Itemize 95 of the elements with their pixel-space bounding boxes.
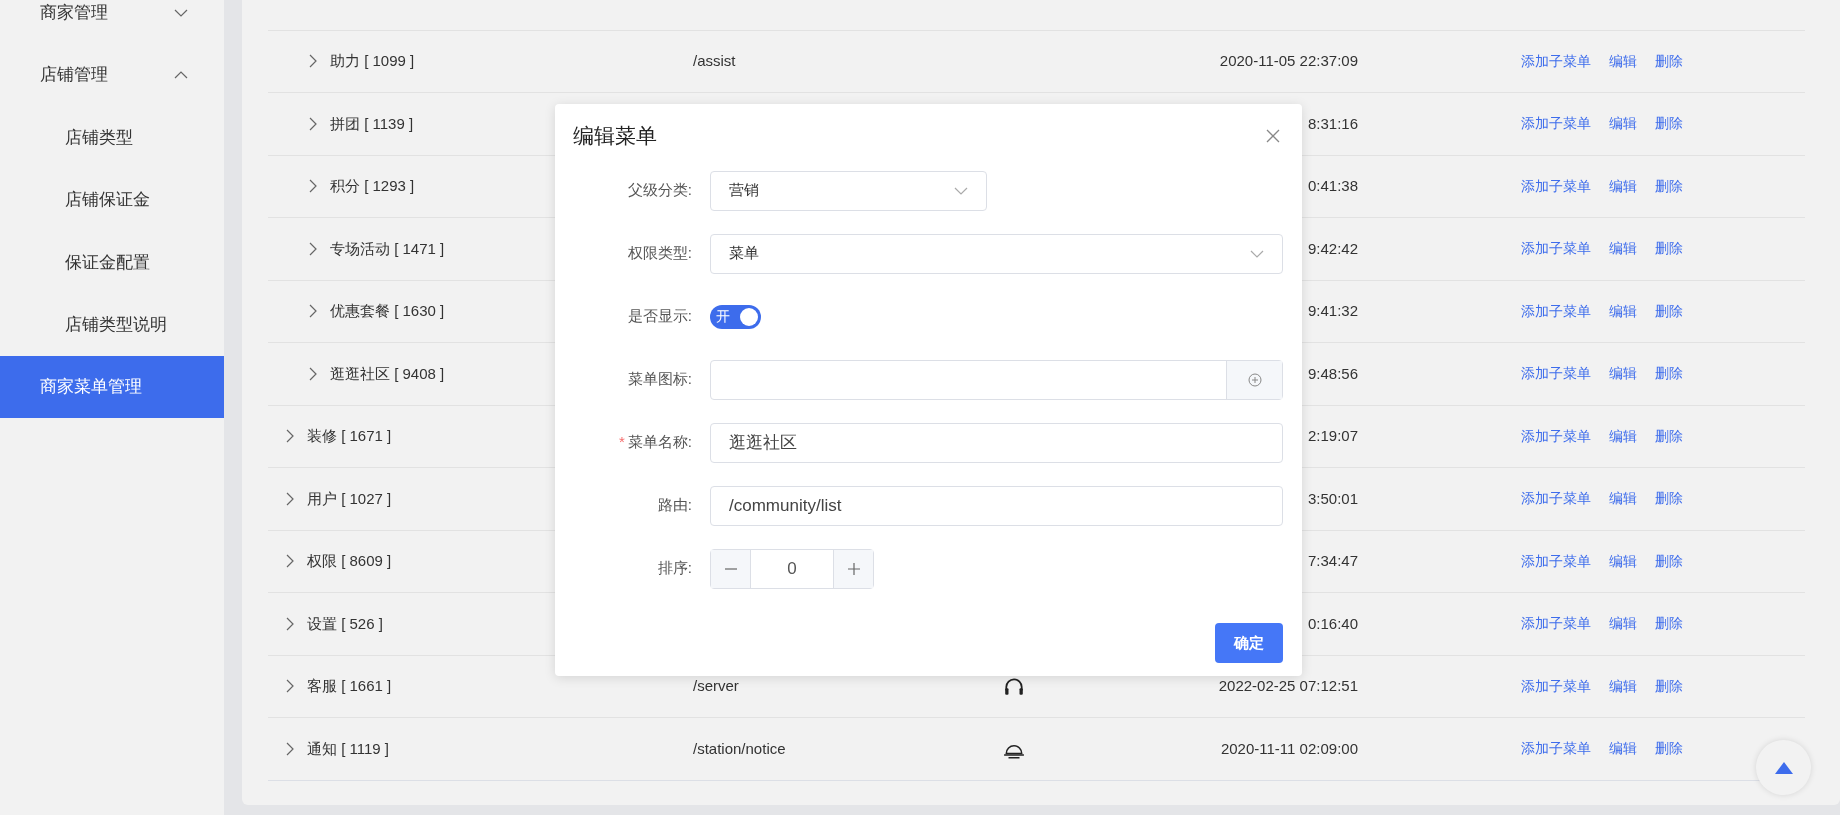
time-text: 3:50:01 xyxy=(1307,488,1358,509)
action-link[interactable]: 删除 xyxy=(1655,113,1683,135)
required-mark: * xyxy=(619,432,625,453)
sidebar-subitem[interactable]: 店铺保证金 xyxy=(0,168,224,231)
permission-type-select[interactable]: 菜单 xyxy=(710,233,1283,274)
field-label: 是否显示: xyxy=(627,306,692,327)
action-link[interactable]: 编辑 xyxy=(1609,550,1637,572)
time-text: 2020-11-05 22:37:09 xyxy=(1219,51,1358,71)
menu-name: 逛逛社区 [ 9408 ] xyxy=(330,363,445,384)
action-link[interactable]: 编辑 xyxy=(1609,738,1637,760)
action-link[interactable]: 添加子菜单 xyxy=(1521,550,1591,572)
time-text: 2020-11-11 02:09:00 xyxy=(1220,738,1358,759)
icon-picker-field[interactable] xyxy=(710,359,1283,400)
menu-name: 优惠套餐 [ 1630 ] xyxy=(330,301,445,321)
action-link[interactable]: 编辑 xyxy=(1609,363,1637,385)
time-text: 9:42:42 xyxy=(1307,238,1358,259)
action-link[interactable]: 添加子菜单 xyxy=(1521,175,1591,197)
action-link[interactable]: 添加子菜单 xyxy=(1521,50,1591,72)
menu-name: 专场活动 [ 1471 ] xyxy=(330,238,445,259)
sort-number-field[interactable]: 0 xyxy=(710,548,874,589)
action-link[interactable]: 删除 xyxy=(1655,550,1683,572)
confirm-button[interactable]: 确定 xyxy=(1215,623,1283,663)
dialog-title: 编辑菜单 xyxy=(573,123,657,149)
time-text: 9:48:56 xyxy=(1307,363,1358,384)
route-field[interactable]: /community/list xyxy=(710,485,1283,526)
route-text: /assist xyxy=(693,52,736,69)
time-text: 8:31:16 xyxy=(1307,113,1358,134)
field-label: 权限类型: xyxy=(627,243,692,264)
field-label: 菜单名称: xyxy=(627,432,692,453)
display-toggle-switch[interactable]: 开 xyxy=(710,304,761,329)
route-text: /station/notice xyxy=(693,739,786,757)
route-text: /server xyxy=(693,677,739,694)
action-link[interactable]: 添加子菜单 xyxy=(1521,613,1591,635)
field-label: 父级分类: xyxy=(627,180,692,201)
sidebar-item[interactable]: 商家管理 xyxy=(0,0,224,44)
plus-icon xyxy=(846,561,861,576)
action-link[interactable]: 删除 xyxy=(1655,613,1683,635)
action-link[interactable]: 编辑 xyxy=(1609,425,1637,447)
action-link[interactable]: 编辑 xyxy=(1609,238,1637,260)
sidebar-item[interactable]: 商家菜单管理 xyxy=(0,356,224,418)
dropdown-caret-icon xyxy=(954,186,968,195)
action-link[interactable]: 编辑 xyxy=(1609,613,1637,635)
field-label: 路由: xyxy=(657,495,692,516)
action-link[interactable]: 编辑 xyxy=(1609,300,1637,322)
menu-name: 权限 [ 8609 ] xyxy=(307,551,392,571)
parent-category-select[interactable]: 营销 xyxy=(710,170,987,211)
time-text: 2022-02-25 07:12:51 xyxy=(1218,676,1358,696)
menu-name: 拼团 [ 1139 ] xyxy=(330,113,414,134)
action-link[interactable]: 编辑 xyxy=(1609,113,1637,135)
action-link[interactable]: 添加子菜单 xyxy=(1521,425,1591,447)
action-link[interactable]: 添加子菜单 xyxy=(1521,675,1591,697)
field-label: 菜单图标: xyxy=(627,369,692,390)
action-link[interactable]: 删除 xyxy=(1655,425,1683,447)
action-link[interactable]: 添加子菜单 xyxy=(1521,738,1591,760)
menu-name-field[interactable]: 逛逛社区 xyxy=(710,422,1283,463)
time-text: 7:34:47 xyxy=(1307,551,1358,571)
field-label: 排序: xyxy=(657,558,692,579)
menu-name: 助力 [ 1099 ] xyxy=(330,51,415,71)
action-link[interactable]: 添加子菜单 xyxy=(1521,488,1591,510)
sidebar-subitem[interactable]: 保证金配置 xyxy=(0,231,224,294)
menu-name: 积分 [ 1293 ] xyxy=(330,176,415,196)
action-link[interactable]: 删除 xyxy=(1655,300,1683,322)
time-text: 0:16:40 xyxy=(1307,613,1358,634)
action-link[interactable]: 删除 xyxy=(1655,50,1683,72)
add-circle-icon xyxy=(1247,372,1262,387)
action-link[interactable]: 删除 xyxy=(1655,363,1683,385)
action-link[interactable]: 编辑 xyxy=(1609,675,1637,697)
time-text: 2:19:07 xyxy=(1307,426,1358,446)
triangle-up-icon xyxy=(1774,761,1793,774)
action-link[interactable]: 添加子菜单 xyxy=(1521,113,1591,135)
action-link[interactable]: 编辑 xyxy=(1609,50,1637,72)
sidebar-item[interactable]: 店铺管理 xyxy=(0,44,224,106)
close-button[interactable] xyxy=(1266,127,1282,144)
sidebar-subitem[interactable]: 店铺类型 xyxy=(0,106,224,169)
menu-name: 装修 [ 1671 ] xyxy=(307,426,392,446)
menu-name: 用户 [ 1027 ] xyxy=(307,488,392,509)
menu-name: 设置 [ 526 ] xyxy=(307,613,383,634)
action-link[interactable]: 删除 xyxy=(1655,675,1683,697)
action-link[interactable]: 添加子菜单 xyxy=(1521,300,1591,322)
action-link[interactable]: 删除 xyxy=(1655,238,1683,260)
action-link[interactable]: 编辑 xyxy=(1609,488,1637,510)
action-link[interactable]: 删除 xyxy=(1655,175,1683,197)
time-text: 0:41:38 xyxy=(1307,176,1358,196)
action-link[interactable]: 删除 xyxy=(1655,738,1683,760)
minus-icon xyxy=(723,567,738,570)
action-link[interactable]: 删除 xyxy=(1655,488,1683,510)
dropdown-caret-icon xyxy=(1250,249,1264,258)
action-link[interactable]: 添加子菜单 xyxy=(1521,238,1591,260)
time-text: 9:41:32 xyxy=(1307,301,1358,321)
action-link[interactable]: 添加子菜单 xyxy=(1521,363,1591,385)
action-link[interactable]: 编辑 xyxy=(1609,175,1637,197)
close-icon xyxy=(1266,128,1280,143)
menu-name: 通知 [ 1119 ] xyxy=(307,738,389,759)
sidebar-subitem[interactable]: 店铺类型说明 xyxy=(0,293,224,356)
menu-name: 客服 [ 1661 ] xyxy=(307,676,392,696)
